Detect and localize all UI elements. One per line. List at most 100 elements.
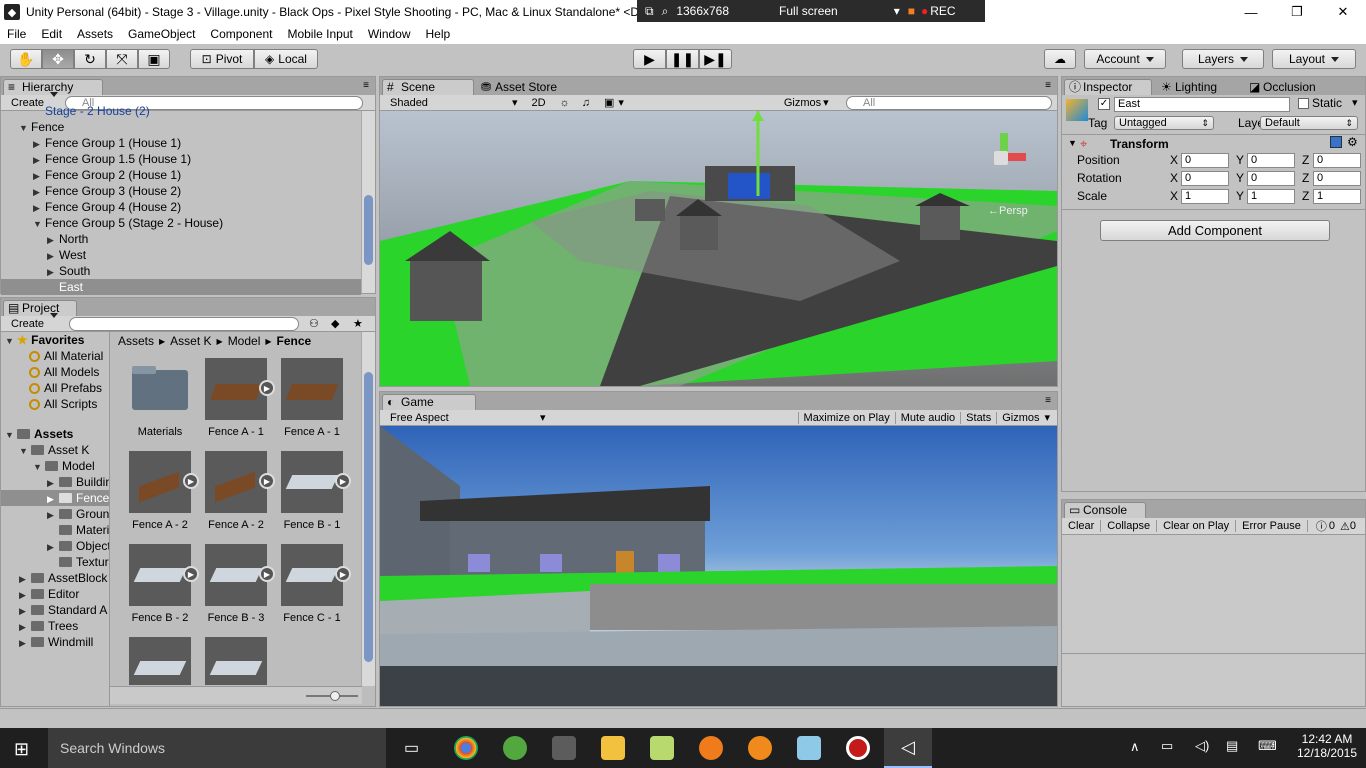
gear-icon[interactable]: ⚙ bbox=[1347, 135, 1358, 149]
play-icon[interactable]: ▶ bbox=[259, 566, 275, 582]
static-dropdown-icon[interactable]: ▾ bbox=[1352, 96, 1358, 109]
gizmos-button[interactable]: Gizmos bbox=[996, 411, 1044, 424]
shading-dropdown[interactable]: Shaded bbox=[390, 97, 502, 109]
collapse-arrow-icon[interactable]: ▼ bbox=[1068, 138, 1077, 148]
tab-project[interactable]: ▤ Project bbox=[3, 300, 77, 316]
persp-label[interactable]: ←Persp bbox=[988, 205, 1028, 217]
asset-item[interactable]: ▶ Fence B - 1 bbox=[277, 451, 351, 531]
assets-root[interactable]: ▼ Assets bbox=[1, 426, 109, 442]
favorite-star-icon[interactable]: ★ bbox=[353, 317, 363, 330]
collapse-arrow-icon[interactable]: ▶ bbox=[33, 200, 45, 216]
gizmos-arrow-icon[interactable]: ▾ bbox=[1045, 411, 1051, 424]
tab-console[interactable]: ▭ Console bbox=[1064, 502, 1146, 518]
menu-assets[interactable]: Assets bbox=[70, 27, 121, 41]
tree-item-selected[interactable]: East bbox=[1, 279, 361, 295]
favorite-item[interactable]: All Prefabs bbox=[1, 380, 109, 396]
rotation-y-field[interactable]: 0 bbox=[1247, 171, 1295, 186]
tab-scene[interactable]: # Scene bbox=[382, 79, 474, 95]
info-count-icon[interactable]: ⓘ bbox=[1308, 518, 1329, 534]
menu-edit[interactable]: Edit bbox=[34, 27, 70, 41]
gizmos-arrow-icon[interactable]: ▾ bbox=[823, 96, 829, 109]
collapse-arrow-icon[interactable]: ▶ bbox=[19, 571, 31, 587]
help-book-icon[interactable] bbox=[1330, 136, 1342, 148]
volume-icon[interactable]: ◁) bbox=[1195, 738, 1209, 754]
folder-item[interactable]: ▶ Trees bbox=[1, 618, 109, 634]
expand-arrow-icon[interactable]: ▼ bbox=[19, 443, 31, 459]
tab-lighting[interactable]: ☀ Lighting bbox=[1156, 79, 1244, 95]
tree-item[interactable]: ▶ South bbox=[1, 263, 361, 279]
folder-item[interactable]: Materi bbox=[1, 522, 109, 538]
zoom-slider-knob[interactable] bbox=[330, 691, 340, 701]
maps-icon[interactable] bbox=[650, 736, 674, 760]
filter-label-icon[interactable]: ◆ bbox=[331, 317, 339, 330]
collapse-arrow-icon[interactable]: ▶ bbox=[47, 248, 59, 264]
stats-button[interactable]: Stats bbox=[960, 411, 996, 424]
step-icon[interactable]: ▶❚ bbox=[699, 49, 732, 69]
clock[interactable]: 12:42 AM 12/18/2015 bbox=[1296, 732, 1358, 760]
folder-item[interactable]: ▶ Groun bbox=[1, 506, 109, 522]
breadcrumb-item[interactable]: Assets bbox=[118, 334, 154, 348]
tab-game[interactable]: ◐ Game bbox=[382, 394, 476, 410]
collapse-arrow-icon[interactable]: ▶ bbox=[19, 587, 31, 603]
scale-y-field[interactable]: 1 bbox=[1247, 189, 1295, 204]
search-icon[interactable]: ⌕ bbox=[662, 4, 669, 19]
close-button[interactable]: ✕ bbox=[1320, 0, 1366, 24]
folder-item-selected[interactable]: ▶ Fence bbox=[1, 490, 109, 506]
console-detail-area[interactable] bbox=[1062, 654, 1365, 706]
breadcrumb-current[interactable]: Fence bbox=[277, 334, 312, 348]
tree-item[interactable]: ▶ Fence Group 4 (House 2) bbox=[1, 199, 361, 215]
layers-dropdown[interactable]: Layers bbox=[1182, 49, 1264, 69]
asset-item[interactable]: ▶ Fence A - 2 bbox=[125, 451, 199, 531]
rec-label[interactable]: REC bbox=[930, 4, 955, 18]
menu-mobile-input[interactable]: Mobile Input bbox=[280, 27, 360, 41]
tree-item[interactable]: ▶ West bbox=[1, 247, 361, 263]
menu-file[interactable]: File bbox=[0, 27, 34, 41]
camera-icon[interactable]: ■ bbox=[908, 4, 915, 18]
calculator-icon[interactable] bbox=[552, 736, 576, 760]
clear-button[interactable]: Clear bbox=[1062, 520, 1102, 532]
copy-icon[interactable]: ⧉ bbox=[645, 4, 654, 19]
unity-taskbar-button[interactable]: ◁ bbox=[884, 728, 932, 768]
folder-item[interactable]: ▶ Editor bbox=[1, 586, 109, 602]
panel-menu-icon[interactable]: ≡ bbox=[1045, 395, 1051, 406]
folder-item[interactable]: ▶ Buildin bbox=[1, 474, 109, 490]
rect-tool-icon[interactable]: ▣ bbox=[138, 49, 170, 69]
effects-toggle-icon[interactable]: ▣ bbox=[604, 96, 614, 109]
collapse-arrow-icon[interactable]: ▶ bbox=[33, 184, 45, 200]
maximize-on-play-button[interactable]: Maximize on Play bbox=[797, 411, 895, 424]
rotation-x-field[interactable]: 0 bbox=[1181, 171, 1229, 186]
favorite-item[interactable]: All Scripts bbox=[1, 396, 109, 412]
gizmos-dropdown[interactable]: Gizmos bbox=[784, 97, 821, 109]
asset-item[interactable]: ▶ Fence B - 2 bbox=[125, 544, 199, 624]
folder-item[interactable]: Textur bbox=[1, 554, 109, 570]
expand-arrow-icon[interactable]: ▼ bbox=[33, 216, 45, 232]
folder-item[interactable]: ▶ Object bbox=[1, 538, 109, 554]
aspect-arrow-icon[interactable]: ▾ bbox=[540, 411, 546, 424]
rotation-z-field[interactable]: 0 bbox=[1313, 171, 1361, 186]
favorite-item[interactable]: All Material bbox=[1, 348, 109, 364]
windows-start-icon[interactable]: ⊞ bbox=[14, 739, 29, 760]
hierarchy-scrollbar[interactable] bbox=[361, 111, 375, 293]
collapse-arrow-icon[interactable]: ▶ bbox=[47, 264, 59, 280]
asset-item[interactable]: ▶ Fence B - 3 bbox=[201, 544, 275, 624]
panel-menu-icon[interactable]: ≡ bbox=[1045, 80, 1051, 91]
tag-dropdown[interactable]: Untagged ⇕ bbox=[1114, 116, 1214, 130]
asset-item[interactable]: ▶ Fence A - 2 bbox=[201, 451, 275, 531]
collapse-arrow-icon[interactable]: ▶ bbox=[19, 603, 31, 619]
hand-tool-icon[interactable]: ✋ bbox=[10, 49, 42, 69]
panel-menu-icon[interactable]: ≡ bbox=[363, 80, 369, 91]
menu-help[interactable]: Help bbox=[419, 27, 459, 41]
tab-inspector[interactable]: ⓘ Inspector bbox=[1064, 79, 1152, 95]
tree-item[interactable]: ▶ Fence Group 2 (House 1) bbox=[1, 167, 361, 183]
game-viewport[interactable] bbox=[380, 426, 1057, 706]
play-icon[interactable]: ▶ bbox=[633, 49, 666, 69]
layout-dropdown[interactable]: Layout bbox=[1272, 49, 1356, 69]
lighting-toggle-icon[interactable]: ☼ bbox=[560, 97, 570, 109]
asset-item[interactable]: ▶ Fence C - 1 bbox=[277, 544, 351, 624]
move-tool-icon[interactable]: ✥ bbox=[42, 49, 74, 69]
play-icon[interactable]: ▶ bbox=[335, 473, 351, 489]
record-icon[interactable]: ● bbox=[921, 4, 928, 18]
orientation-gizmo-icon[interactable] bbox=[976, 129, 1032, 185]
collapse-arrow-icon[interactable]: ▶ bbox=[33, 168, 45, 184]
collapse-button[interactable]: Collapse bbox=[1101, 520, 1158, 532]
